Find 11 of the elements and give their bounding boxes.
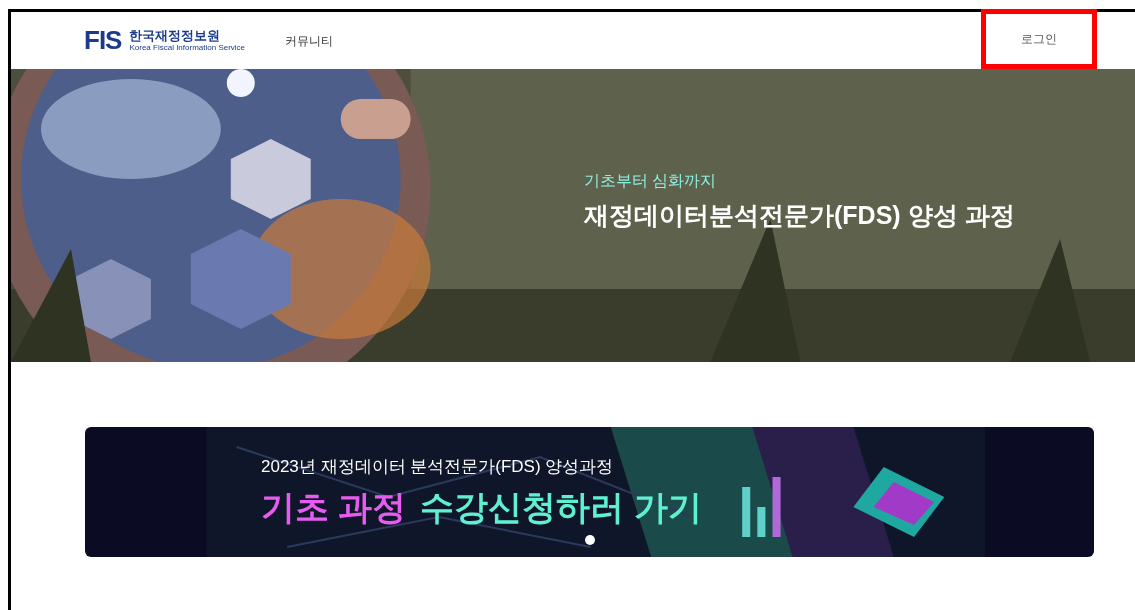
login-button[interactable]: 로그인 [981, 9, 1097, 69]
banner-heading: 2023년 재정데이터 분석전문가(FDS) 양성과정 [261, 456, 615, 478]
course-banner[interactable]: 2023년 재정데이터 분석전문가(FDS) 양성과정 기초 과정 수강신청하러 가기 [85, 427, 1094, 557]
nav-link[interactable]: 커뮤니티 [285, 31, 334, 50]
logo-name: 한국재정정보원 [129, 29, 222, 42]
hero-subtitle: 기초부터 심화까지 [584, 171, 718, 191]
logo-mark[interactable]: FIS [84, 21, 122, 60]
hero-title: 재정데이터분석전문가(FDS) 양성 과정 [584, 200, 1015, 231]
banner-highlight: 기초 과정 [261, 486, 407, 528]
banner-cta: 수강신청하러 가기 [420, 486, 702, 528]
logo-subtitle: Korea Fiscal Information Service [129, 44, 246, 52]
